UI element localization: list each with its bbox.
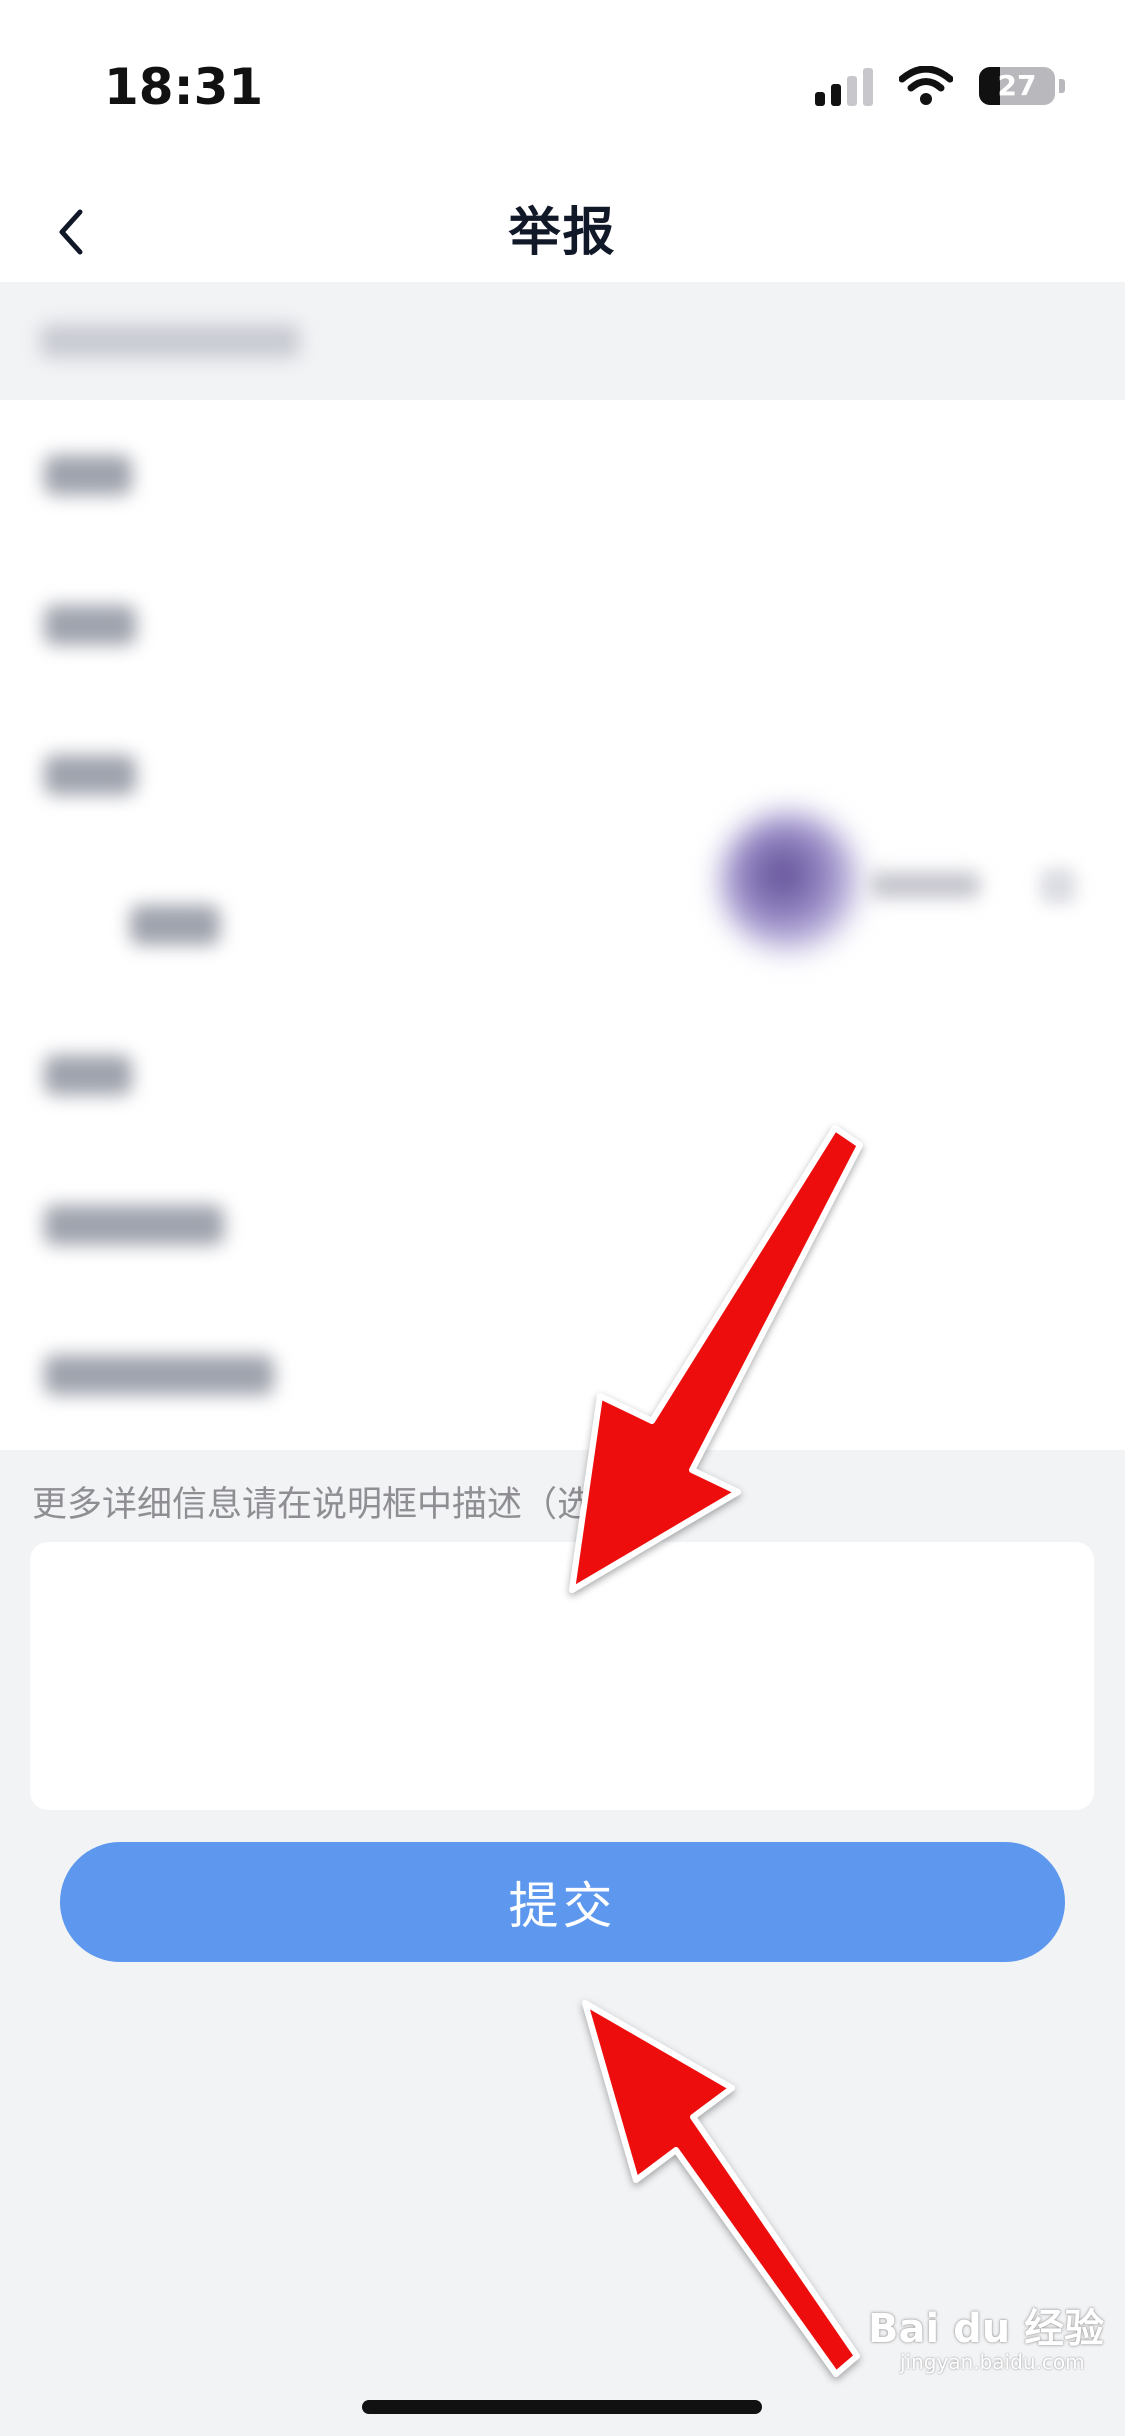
blurred-user-name [870,872,980,898]
nav-bar: 举报 [0,180,1125,282]
wifi-icon [899,66,953,105]
blurred-chevron-icon [1040,868,1076,904]
submit-button[interactable]: 提交 [60,1842,1065,1962]
page-title: 举报 [508,203,617,263]
report-option[interactable] [0,1000,1125,1150]
blurred-option-label [44,1355,274,1395]
cellular-signal-icon [815,66,873,106]
status-bar: 18:31 27 [0,0,1125,180]
blurred-section-label [40,324,300,358]
description-input[interactable] [30,1542,1094,1810]
report-option[interactable] [0,1150,1125,1300]
description-hint: 更多详细信息请在说明框中描述（选填) [32,1485,641,1525]
battery-icon: 27 [979,67,1055,105]
watermark-logo: Bai du 经验 [868,2306,1105,2352]
blurred-option-label [130,905,220,945]
report-options-list [0,400,1125,1450]
blurred-option-label [44,455,132,495]
watermark-site: jingyan.baidu.com [900,2350,1085,2374]
blurred-option-label [44,755,136,795]
report-option[interactable] [0,550,1125,700]
report-option[interactable] [0,400,1125,550]
blurred-option-label [44,1205,224,1245]
report-sub-option[interactable] [0,812,1125,1000]
status-time: 18:31 [104,58,264,116]
arrow-pointing-to-submit-icon [582,2000,860,2377]
battery-tip [1059,79,1065,93]
home-indicator [362,2400,762,2414]
blurred-option-label [44,605,136,645]
status-icons: 27 [815,66,1065,106]
avatar [720,812,860,952]
blurred-option-label [44,1055,132,1095]
report-option[interactable] [0,1300,1125,1450]
report-option[interactable] [0,700,1125,850]
section-header [0,282,1125,400]
battery-level: 27 [997,69,1037,102]
